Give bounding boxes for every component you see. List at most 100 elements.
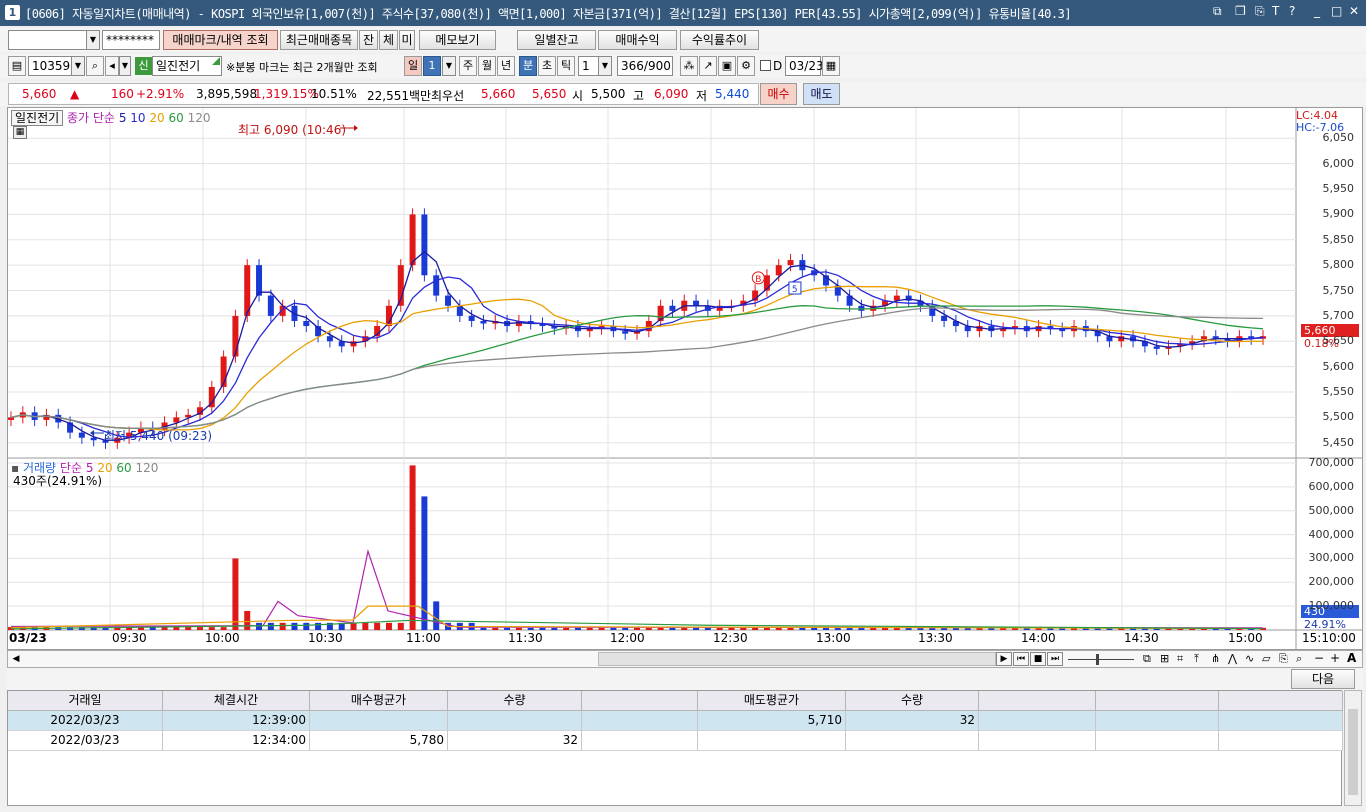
nav-first-button[interactable]: ⏮ xyxy=(1013,652,1029,666)
table-scroll-thumb[interactable] xyxy=(1348,709,1358,795)
nav-last-button[interactable]: ⏭ xyxy=(1047,652,1063,666)
sound-dropdown-icon[interactable]: ▼ xyxy=(119,56,131,76)
count-input[interactable]: 366/900 xyxy=(617,56,673,76)
period-month-button[interactable]: 월 xyxy=(478,56,496,76)
table-row[interactable]: 2022/03/23 12:34:00 5,780 32 xyxy=(8,731,1343,751)
period-year-button[interactable]: 년 xyxy=(497,56,515,76)
trade-profit-button[interactable]: 매매수익 xyxy=(598,30,677,50)
table-header-cell[interactable]: 매수평균가 xyxy=(310,691,448,711)
password-input[interactable]: ******** xyxy=(102,30,160,50)
table-header-cell[interactable] xyxy=(1219,691,1343,711)
zoom-out-icon[interactable]: − xyxy=(1314,651,1324,665)
chart-canvas[interactable]: B5 xyxy=(8,108,1362,649)
table-view-icon[interactable]: ▦ xyxy=(13,126,27,139)
table-scrollbar[interactable] xyxy=(1344,690,1362,806)
daily-balance-button[interactable]: 일별잔고 xyxy=(517,30,596,50)
maximize-icon[interactable]: □ xyxy=(1331,4,1342,18)
font-icon[interactable]: T xyxy=(1272,4,1279,18)
period-value-field[interactable]: 1 xyxy=(423,56,441,76)
date-checkbox[interactable] xyxy=(760,60,771,71)
price-change: 160 xyxy=(111,87,134,101)
trend-icon[interactable]: ⋀ xyxy=(1228,652,1237,665)
measure-icon[interactable]: ⤒ xyxy=(1194,652,1199,666)
table-cell: 5,710 xyxy=(698,711,846,731)
account-dropdown-icon[interactable]: ▼ xyxy=(86,30,100,50)
crosshair-icon[interactable]: ⌗ xyxy=(1177,652,1183,666)
recent-trades-button[interactable]: 최근매매종목 xyxy=(280,30,358,50)
zoom-icon[interactable]: ⌕ xyxy=(1296,652,1302,666)
table-header-cell[interactable] xyxy=(979,691,1096,711)
sell-button[interactable]: 매도 xyxy=(803,83,840,105)
time-tick-label: 15:00 xyxy=(1228,631,1263,645)
table-header-cell[interactable] xyxy=(582,691,698,711)
nav-stop-button[interactable]: ■ xyxy=(1030,652,1046,666)
volume-bar xyxy=(515,627,522,630)
wave-icon[interactable]: ∿ xyxy=(1245,652,1254,665)
period-day-button[interactable]: 일 xyxy=(404,56,422,76)
stock-code-input[interactable]: 103590 xyxy=(28,56,78,76)
scroll-left-icon[interactable]: ◀ xyxy=(10,652,22,666)
stock-code-dropdown-icon[interactable]: ▼ xyxy=(71,56,85,76)
zoom-slider-handle[interactable] xyxy=(1096,654,1099,665)
buy-button[interactable]: 매수 xyxy=(760,83,797,105)
period-tick-button[interactable]: 틱 xyxy=(557,56,575,76)
low-price: 5,440 xyxy=(715,87,750,101)
table-row[interactable]: 2022/03/23 12:39:00 5,710 32 xyxy=(8,711,1343,731)
table-header-cell[interactable]: 거래일 xyxy=(8,691,163,711)
table-cell xyxy=(1219,731,1343,751)
volume-bar xyxy=(374,622,381,630)
settings-gear-icon[interactable]: ⚙ xyxy=(737,56,755,76)
chart-panel[interactable]: B5 일진전기 종가 단순 5 10 20 60 120 ▦ ▪ 거래량 단순 … xyxy=(7,107,1363,650)
candle xyxy=(1153,346,1160,349)
executed-button[interactable]: 체 xyxy=(379,30,398,50)
help-icon[interactable]: ? xyxy=(1289,4,1295,18)
search-icon[interactable]: ⌕ xyxy=(86,56,104,76)
interval-dropdown-icon[interactable]: ▼ xyxy=(598,56,612,76)
time-tick-label: 10:30 xyxy=(308,631,343,645)
quote-bar: 5,660 ▲ 160 +2.91% 3,895,598 1,319.15% 1… xyxy=(0,82,1366,106)
period-second-button[interactable]: 초 xyxy=(538,56,556,76)
zoom-in-icon[interactable]: + xyxy=(1330,651,1340,665)
save-icon[interactable]: ▣ xyxy=(718,56,736,76)
chart-type-icon[interactable]: ▤ xyxy=(8,56,26,76)
fork-icon[interactable]: ⋔ xyxy=(1211,652,1220,665)
copy-window-icon[interactable]: ❐ xyxy=(1235,4,1246,18)
table-header-cell[interactable]: 체결시간 xyxy=(163,691,310,711)
copy-icon[interactable]: ⎘ xyxy=(1279,652,1288,666)
table-header-cell[interactable]: 수량 xyxy=(448,691,582,711)
scroll-thumb[interactable] xyxy=(598,652,996,666)
volume-bar xyxy=(480,627,487,630)
grid-icon[interactable]: ⊞ xyxy=(1160,652,1169,665)
interval-input[interactable]: 1 xyxy=(578,56,600,76)
memo-view-button[interactable]: 메모보기 xyxy=(419,30,496,50)
unexecuted-button[interactable]: 미 xyxy=(399,30,415,50)
period-minute-button[interactable]: 분 xyxy=(519,56,537,76)
table-header-cell[interactable]: 수량 xyxy=(846,691,979,711)
account-input[interactable] xyxy=(8,30,88,50)
date-input[interactable]: 03/23 xyxy=(785,56,824,76)
close-icon[interactable]: ✕ xyxy=(1349,4,1359,18)
table-header-cell[interactable] xyxy=(1096,691,1219,711)
indicator-icon[interactable]: ⁂ xyxy=(680,56,698,76)
table-header-cell[interactable]: 매도평균가 xyxy=(698,691,846,711)
next-button[interactable]: 다음 xyxy=(1291,669,1355,689)
restore-layout-icon[interactable]: ⧉ xyxy=(1213,4,1222,19)
link-icon[interactable]: ⎘ xyxy=(1255,4,1265,19)
font-size-icon[interactable]: A xyxy=(1347,651,1356,665)
zoom-slider-track[interactable] xyxy=(1068,659,1134,660)
candle xyxy=(267,295,274,316)
calendar-icon[interactable]: ▦ xyxy=(822,56,840,76)
zoom-fit-icon[interactable]: ⧉ xyxy=(1143,652,1151,666)
shape-icon[interactable]: ▱ xyxy=(1262,652,1270,665)
draw-tool-icon[interactable]: ↗ xyxy=(699,56,717,76)
chart-scrollbar[interactable]: ◀ ▶ ⏮ ■ ⏭ ⧉ ⊞ ⌗ ⤒ ⋔ ⋀ ∿ ▱ ⎘ ⌕ − + A xyxy=(7,650,1363,668)
balance-button[interactable]: 잔 xyxy=(359,30,378,50)
return-trend-button[interactable]: 수익률추이 xyxy=(680,30,759,50)
trade-mark-query-button[interactable]: 매매마크/내역 조회 xyxy=(163,30,278,50)
volume-bar xyxy=(232,558,239,630)
sound-icon[interactable]: ◂ xyxy=(105,56,119,76)
period-dropdown-icon[interactable]: ▼ xyxy=(442,56,456,76)
period-week-button[interactable]: 주 xyxy=(459,56,477,76)
nav-play-button[interactable]: ▶ xyxy=(996,652,1012,666)
minimize-icon[interactable]: _ xyxy=(1314,4,1320,18)
